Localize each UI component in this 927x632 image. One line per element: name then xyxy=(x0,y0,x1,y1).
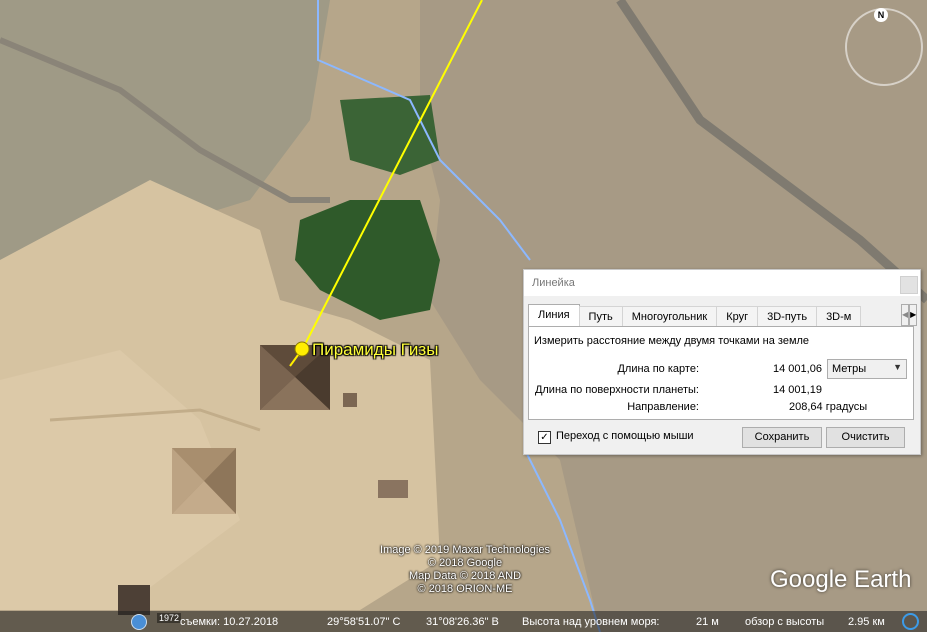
dialog-title-bar[interactable]: Линейка xyxy=(524,270,920,296)
elevation-value: 21 м xyxy=(696,616,719,628)
eye-altitude-value: 2.95 км xyxy=(848,616,885,628)
tab-circle[interactable]: Круг xyxy=(716,306,759,326)
longitude-readout: 31°08'26.36" В xyxy=(426,616,499,628)
historical-year[interactable]: 1972 xyxy=(157,613,182,623)
chevron-left-icon[interactable]: ◀ xyxy=(901,304,910,326)
chevron-right-icon[interactable]: ▶ xyxy=(909,304,918,326)
map-length-label: Длина по карте: xyxy=(617,363,699,375)
elevation-label: Высота над уровнем моря: xyxy=(522,616,660,628)
attribution-line: © 2018 ORION-ME xyxy=(417,583,513,595)
attribution-line: Map Data © 2018 AND xyxy=(408,570,522,582)
chevron-down-icon: ▼ xyxy=(893,362,902,372)
tab-path[interactable]: Путь xyxy=(578,306,623,326)
measure-description: Измерить расстояние между двумя точками … xyxy=(534,335,810,347)
ruler-dialog: Линейка Линия Путь Многоугольник Круг 3D-пут… xyxy=(523,269,921,455)
map-attribution: Image © 2019 Maxar Technologies © 2018 G… xyxy=(350,544,580,596)
tab-3d-polygon[interactable]: 3D-м xyxy=(816,306,862,326)
dialog-title: Линейка xyxy=(532,277,575,289)
ground-length-label: Длина по поверхности планеты: xyxy=(534,384,699,396)
historical-imagery-icon[interactable] xyxy=(131,614,147,630)
capture-date: съемки: 10.27.2018 xyxy=(180,616,279,628)
tab-3d-path[interactable]: 3D-путь xyxy=(757,306,818,326)
streaming-status-icon xyxy=(902,613,919,630)
units-value: Метры xyxy=(832,363,867,375)
mouse-navigation-checkbox[interactable]: ✓ xyxy=(538,431,551,444)
tab-scroll: ◀ ▶ xyxy=(901,304,918,326)
tab-polygon[interactable]: Многоугольник xyxy=(621,306,718,326)
mouse-navigation-label[interactable]: Переход с помощью мыши xyxy=(556,430,694,442)
tab-line[interactable]: Линия xyxy=(528,304,580,326)
sphinx-area xyxy=(378,480,408,498)
placemark-label[interactable]: Пирамиды Гизы xyxy=(312,340,438,360)
attribution-line: © 2018 Google xyxy=(427,557,503,569)
ruler-tabs: Линия Путь Многоугольник Круг 3D-путь 3D-м xyxy=(528,304,900,326)
map-length-value: 14 001,06 xyxy=(773,363,822,375)
north-indicator-icon[interactable]: N xyxy=(874,8,888,22)
small-pyramid xyxy=(343,393,357,407)
clear-button[interactable]: Очистить xyxy=(826,427,905,448)
eye-altitude-label: обзор с высоты xyxy=(745,616,825,628)
status-bar: 1972 съемки: 10.27.2018 29°58'51.07" С 3… xyxy=(0,611,927,632)
close-icon[interactable] xyxy=(900,276,918,294)
heading-label: Направление: xyxy=(627,401,699,413)
pyramid-of-khafre xyxy=(172,448,236,514)
attribution-line: Image © 2019 Maxar Technologies xyxy=(380,544,550,556)
ground-length-value: 14 001,19 xyxy=(773,384,822,396)
save-button[interactable]: Сохранить xyxy=(742,427,822,448)
latitude-readout: 29°58'51.07" С xyxy=(327,616,401,628)
heading-value: 208,64 градусы xyxy=(789,401,868,413)
line-tab-panel: Измерить расстояние между двумя точками … xyxy=(528,326,914,420)
google-earth-logo: Google Earth xyxy=(770,566,912,593)
units-select[interactable]: Метры ▼ xyxy=(827,359,907,379)
